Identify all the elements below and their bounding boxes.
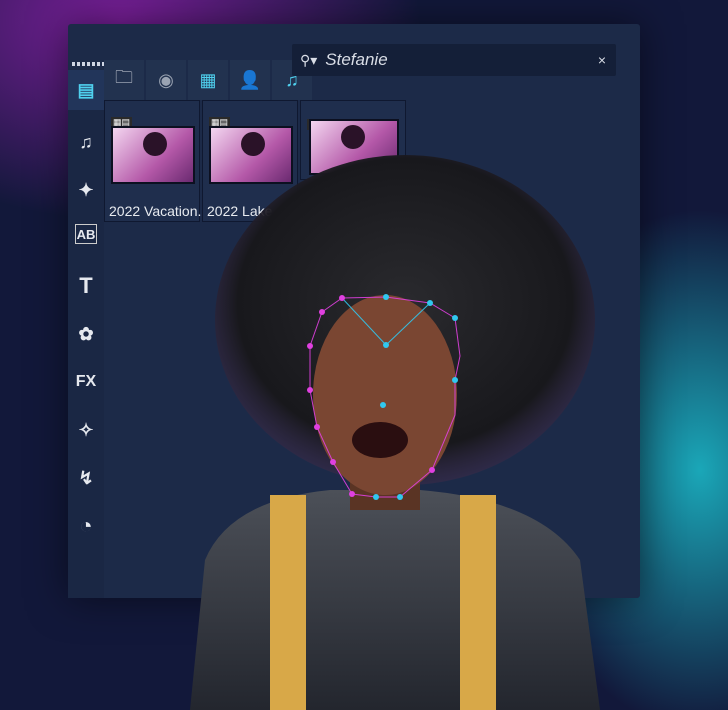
person-icon[interactable]: 👤 xyxy=(230,60,270,100)
thumbnail-label: 2022 Lake.. xyxy=(207,203,281,219)
transition-icon[interactable]: AB xyxy=(75,224,97,244)
media-library-icon[interactable]: ▤ xyxy=(68,70,104,110)
magic-wand-icon[interactable]: ✧ xyxy=(72,416,100,444)
audio-icon[interactable]: ♫ xyxy=(72,128,100,156)
thumbnail-image xyxy=(111,126,195,184)
search-icon: ⚲▾ xyxy=(300,51,318,68)
thumbnail-label: 2022 Vacation... xyxy=(109,203,210,219)
title-icon[interactable]: T xyxy=(72,272,100,300)
motion-path-icon[interactable]: ↯ xyxy=(72,464,100,492)
magic-movie-icon[interactable]: ✦ xyxy=(72,176,100,204)
thumbnail-image xyxy=(309,119,399,175)
aperture-icon[interactable]: ◉ xyxy=(146,60,186,100)
thumbnail[interactable]: ▦▤ 2022 Vacation... xyxy=(104,100,209,222)
thumbnail-list: ▦▤2022 Vacation... ▦▤2022 Lake.. ▦▤ xyxy=(104,100,406,222)
sidebar: ▤ ♫ ✦ AB T ✿ FX ✧ ↯ ◔ xyxy=(68,70,104,598)
search-value: Stefanie xyxy=(325,50,388,69)
thumbnail-image xyxy=(209,126,293,184)
search-input[interactable]: ⚲▾ Stefanie × xyxy=(292,44,616,76)
overlay-icon[interactable]: ✿ xyxy=(72,320,100,348)
film-icon[interactable]: ▦ xyxy=(188,60,228,100)
thumbnail[interactable]: ▦▤ xyxy=(300,100,406,180)
toolbar: 🗀 ◉ ▦ 👤 ♫ xyxy=(104,60,312,100)
clear-search-button[interactable]: × xyxy=(598,52,606,68)
thumbnail[interactable]: ▦▤ 2022 Lake.. xyxy=(202,100,298,222)
speed-icon[interactable]: ◔ xyxy=(72,512,100,540)
media-library-panel: ▤ ♫ ✦ AB T ✿ FX ✧ ↯ ◔ 🗀 ◉ ▦ 👤 ♫ ⚲▾ Stefa… xyxy=(68,24,640,598)
import-folder-icon[interactable]: 🗀 xyxy=(104,60,144,100)
fx-icon[interactable]: FX xyxy=(72,368,100,396)
